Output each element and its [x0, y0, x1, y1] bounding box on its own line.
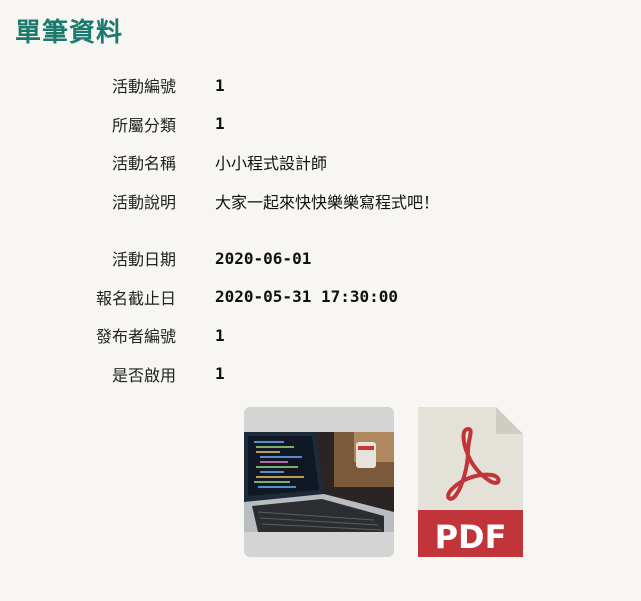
field-value: 1: [215, 114, 225, 134]
field-label: 發布者編號: [95, 327, 176, 347]
field-value: 2020-05-31 17:30:00: [215, 287, 399, 307]
field-label: 是否啟用: [111, 365, 176, 385]
field-row-enabled: 是否啟用 1: [0, 355, 641, 394]
field-value: 1: [215, 325, 225, 345]
field-row-publisher-id: 發布者編號 1: [0, 316, 641, 355]
field-label: 報名截止日: [95, 288, 176, 308]
field-label: 所屬分類: [111, 115, 176, 135]
field-value: 小小程式設計師: [215, 154, 328, 174]
attachments: PDF: [244, 407, 523, 557]
detail-list: 活動編號 1 所屬分類 1 活動名稱 小小程式設計師 活動說明 大家一起來快快樂…: [0, 66, 641, 393]
pdf-label: PDF: [435, 518, 507, 556]
field-row-description: 活動說明 大家一起來快快樂樂寫程式吧！: [0, 182, 641, 221]
field-label: 活動名稱: [111, 154, 176, 174]
pdf-icon[interactable]: PDF: [418, 407, 523, 557]
field-value: 2020-06-01: [215, 248, 312, 268]
page-title: 單筆資料: [15, 18, 124, 48]
field-label: 活動編號: [111, 77, 176, 97]
field-row-category: 所屬分類 1: [0, 105, 641, 144]
field-row-activity-date: 活動日期 2020-06-01: [0, 239, 641, 278]
field-value: 大家一起來快快樂樂寫程式吧！: [215, 192, 440, 212]
field-label: 活動說明: [111, 192, 176, 212]
field-label: 活動日期: [111, 250, 176, 270]
field-row-deadline: 報名截止日 2020-05-31 17:30:00: [0, 278, 641, 317]
laptop-photo-icon: [244, 432, 394, 532]
field-row-activity-name: 活動名稱 小小程式設計師: [0, 143, 641, 182]
photo-thumbnail[interactable]: [244, 407, 394, 557]
field-row-activity-id: 活動編號 1: [0, 66, 641, 105]
field-value: 1: [215, 364, 225, 384]
field-value: 1: [215, 75, 225, 95]
